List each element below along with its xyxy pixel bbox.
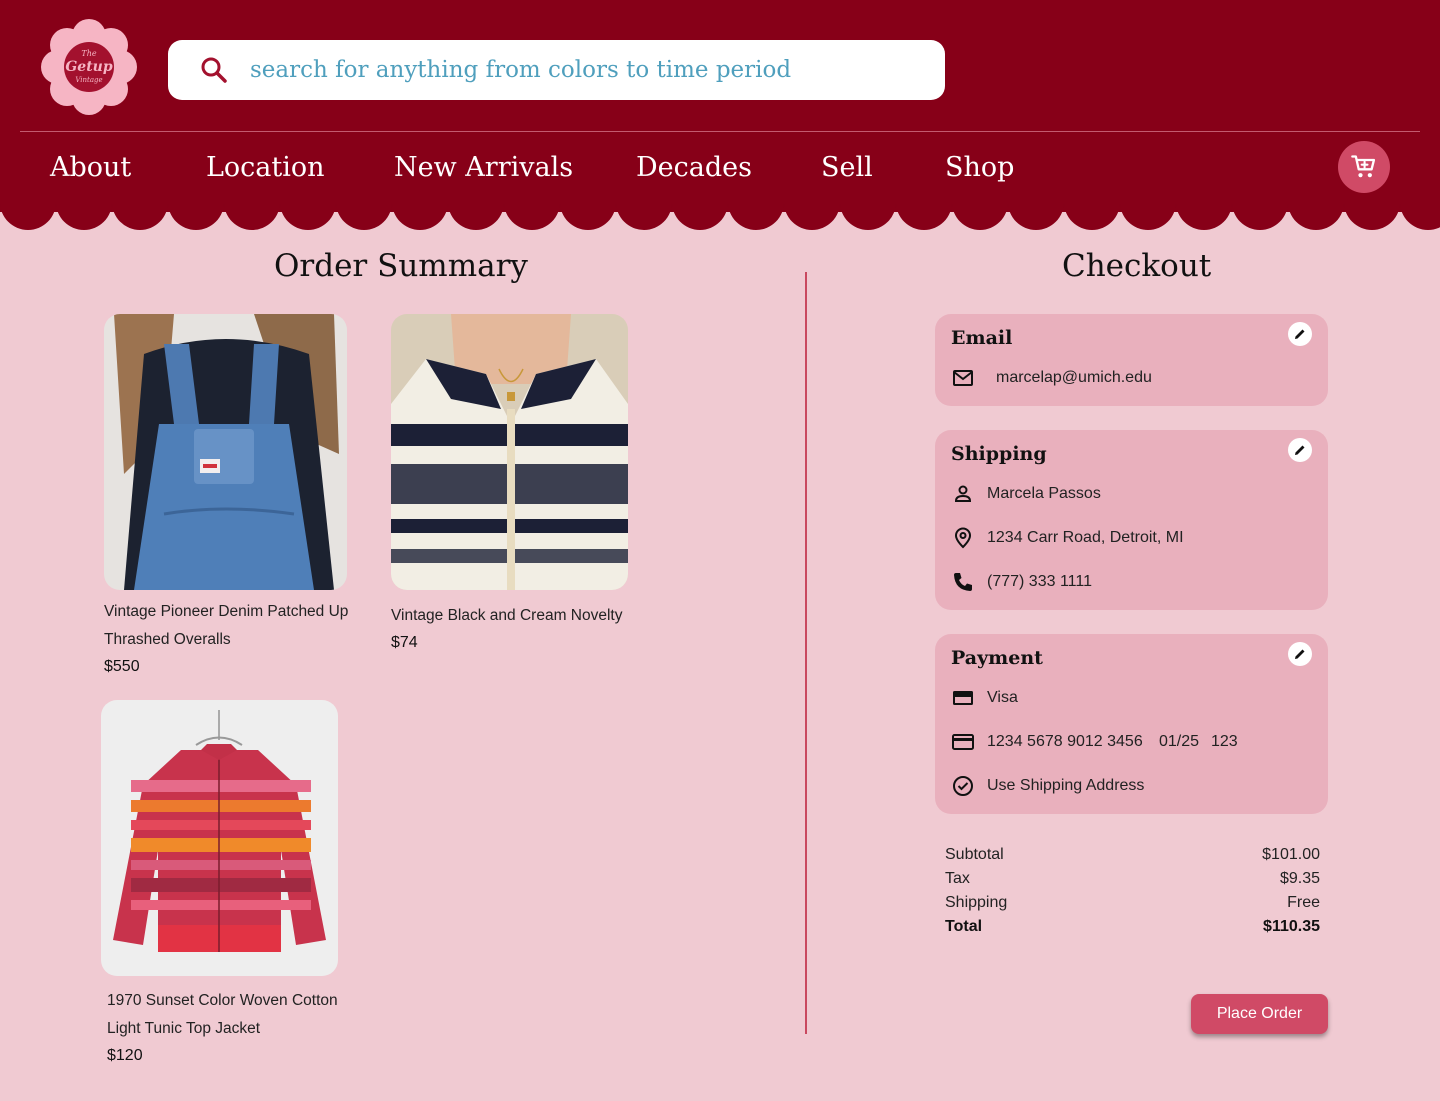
nav-shop[interactable]: Shop bbox=[945, 146, 1014, 190]
edit-payment-button[interactable] bbox=[1288, 642, 1312, 666]
email-value: marcelap@umich.edu bbox=[996, 369, 1152, 386]
tax-row: Tax $9.35 bbox=[945, 870, 1320, 894]
product-price: $120 bbox=[107, 1047, 143, 1064]
total-value: $110.35 bbox=[1263, 918, 1320, 935]
shipping-cost-value: Free bbox=[1287, 894, 1320, 911]
check-circle-icon[interactable] bbox=[951, 774, 975, 798]
nav-new-arrivals[interactable]: New Arrivals bbox=[394, 146, 573, 190]
mail-icon bbox=[953, 370, 973, 386]
payment-card-number: 1234 5678 9012 3456 bbox=[987, 733, 1143, 750]
shipping-card: Shipping Marcela Passos 1234 Carr Road, … bbox=[935, 430, 1328, 610]
checkout-title: Checkout bbox=[1062, 248, 1212, 284]
pencil-icon bbox=[1295, 445, 1305, 455]
shipping-name: Marcela Passos bbox=[987, 485, 1101, 502]
brand-logo[interactable]: The Getup Vintage bbox=[40, 18, 138, 116]
person-icon bbox=[954, 485, 972, 502]
total-label: Total bbox=[945, 918, 983, 935]
product-name[interactable]: Vintage Black and Cream Novelty bbox=[391, 602, 641, 630]
shipping-phone: (777) 333 1111 bbox=[987, 573, 1092, 590]
svg-text:The: The bbox=[81, 49, 96, 58]
pencil-icon bbox=[1295, 649, 1305, 659]
shopping-cart-icon bbox=[1351, 155, 1376, 178]
location-pin-icon bbox=[954, 527, 972, 549]
product-image-sweater[interactable] bbox=[391, 314, 628, 590]
subtotal-value: $101.00 bbox=[1262, 846, 1320, 863]
shipping-cost-label: Shipping bbox=[945, 894, 1008, 911]
nav-sell[interactable]: Sell bbox=[821, 146, 873, 190]
edit-email-button[interactable] bbox=[1288, 322, 1312, 346]
header-divider bbox=[20, 131, 1420, 132]
product-price: $74 bbox=[391, 634, 418, 651]
product-name[interactable]: Vintage Pioneer Denim Patched Up Thrashe… bbox=[104, 598, 354, 654]
payment-card-cvv: 123 bbox=[1211, 733, 1238, 750]
place-order-button[interactable]: Place Order bbox=[1191, 994, 1328, 1034]
payment-card-type: Visa bbox=[987, 689, 1018, 706]
product-name[interactable]: 1970 Sunset Color Woven Cotton Light Tun… bbox=[107, 987, 357, 1043]
credit-card-icon bbox=[952, 734, 974, 750]
column-divider bbox=[805, 272, 807, 1034]
product-image-overalls[interactable] bbox=[104, 314, 347, 590]
edit-shipping-button[interactable] bbox=[1288, 438, 1312, 462]
payment-card-title: Payment bbox=[951, 647, 1043, 669]
email-card: Email marcelap@umich.edu bbox=[935, 314, 1328, 406]
product-image-tunic-jacket[interactable] bbox=[101, 700, 338, 976]
total-row: Total $110.35 bbox=[945, 918, 1320, 942]
cart-button[interactable] bbox=[1338, 141, 1390, 193]
nav-location[interactable]: Location bbox=[206, 146, 325, 190]
nav-decades[interactable]: Decades bbox=[636, 146, 752, 190]
search-icon[interactable] bbox=[200, 56, 228, 84]
phone-icon bbox=[954, 573, 972, 591]
shipping-card-title: Shipping bbox=[951, 443, 1047, 465]
shipping-cost-row: Shipping Free bbox=[945, 894, 1320, 918]
nav-about[interactable]: About bbox=[50, 146, 131, 190]
tax-value: $9.35 bbox=[1279, 870, 1320, 887]
card-type-icon bbox=[953, 691, 973, 705]
payment-card-expiry: 01/25 bbox=[1159, 733, 1200, 750]
order-summary-title: Order Summary bbox=[274, 248, 528, 284]
subtotal-row: Subtotal $101.00 bbox=[945, 846, 1320, 870]
pencil-icon bbox=[1295, 329, 1305, 339]
product-price: $550 bbox=[104, 658, 140, 675]
email-card-title: Email bbox=[951, 327, 1013, 349]
subtotal-label: Subtotal bbox=[945, 846, 1004, 863]
billing-address-option[interactable]: Use Shipping Address bbox=[987, 777, 1144, 795]
payment-card: Payment Visa 1234 5678 9012 3456 01/25 1… bbox=[935, 634, 1328, 814]
search-input[interactable] bbox=[250, 50, 920, 90]
search-bar[interactable] bbox=[168, 40, 945, 100]
header-scallop-edge bbox=[0, 200, 1440, 230]
shipping-address: 1234 Carr Road, Detroit, MI bbox=[987, 529, 1184, 546]
tax-label: Tax bbox=[945, 870, 970, 887]
svg-text:Vintage: Vintage bbox=[75, 76, 102, 84]
svg-text:Getup: Getup bbox=[65, 59, 113, 75]
